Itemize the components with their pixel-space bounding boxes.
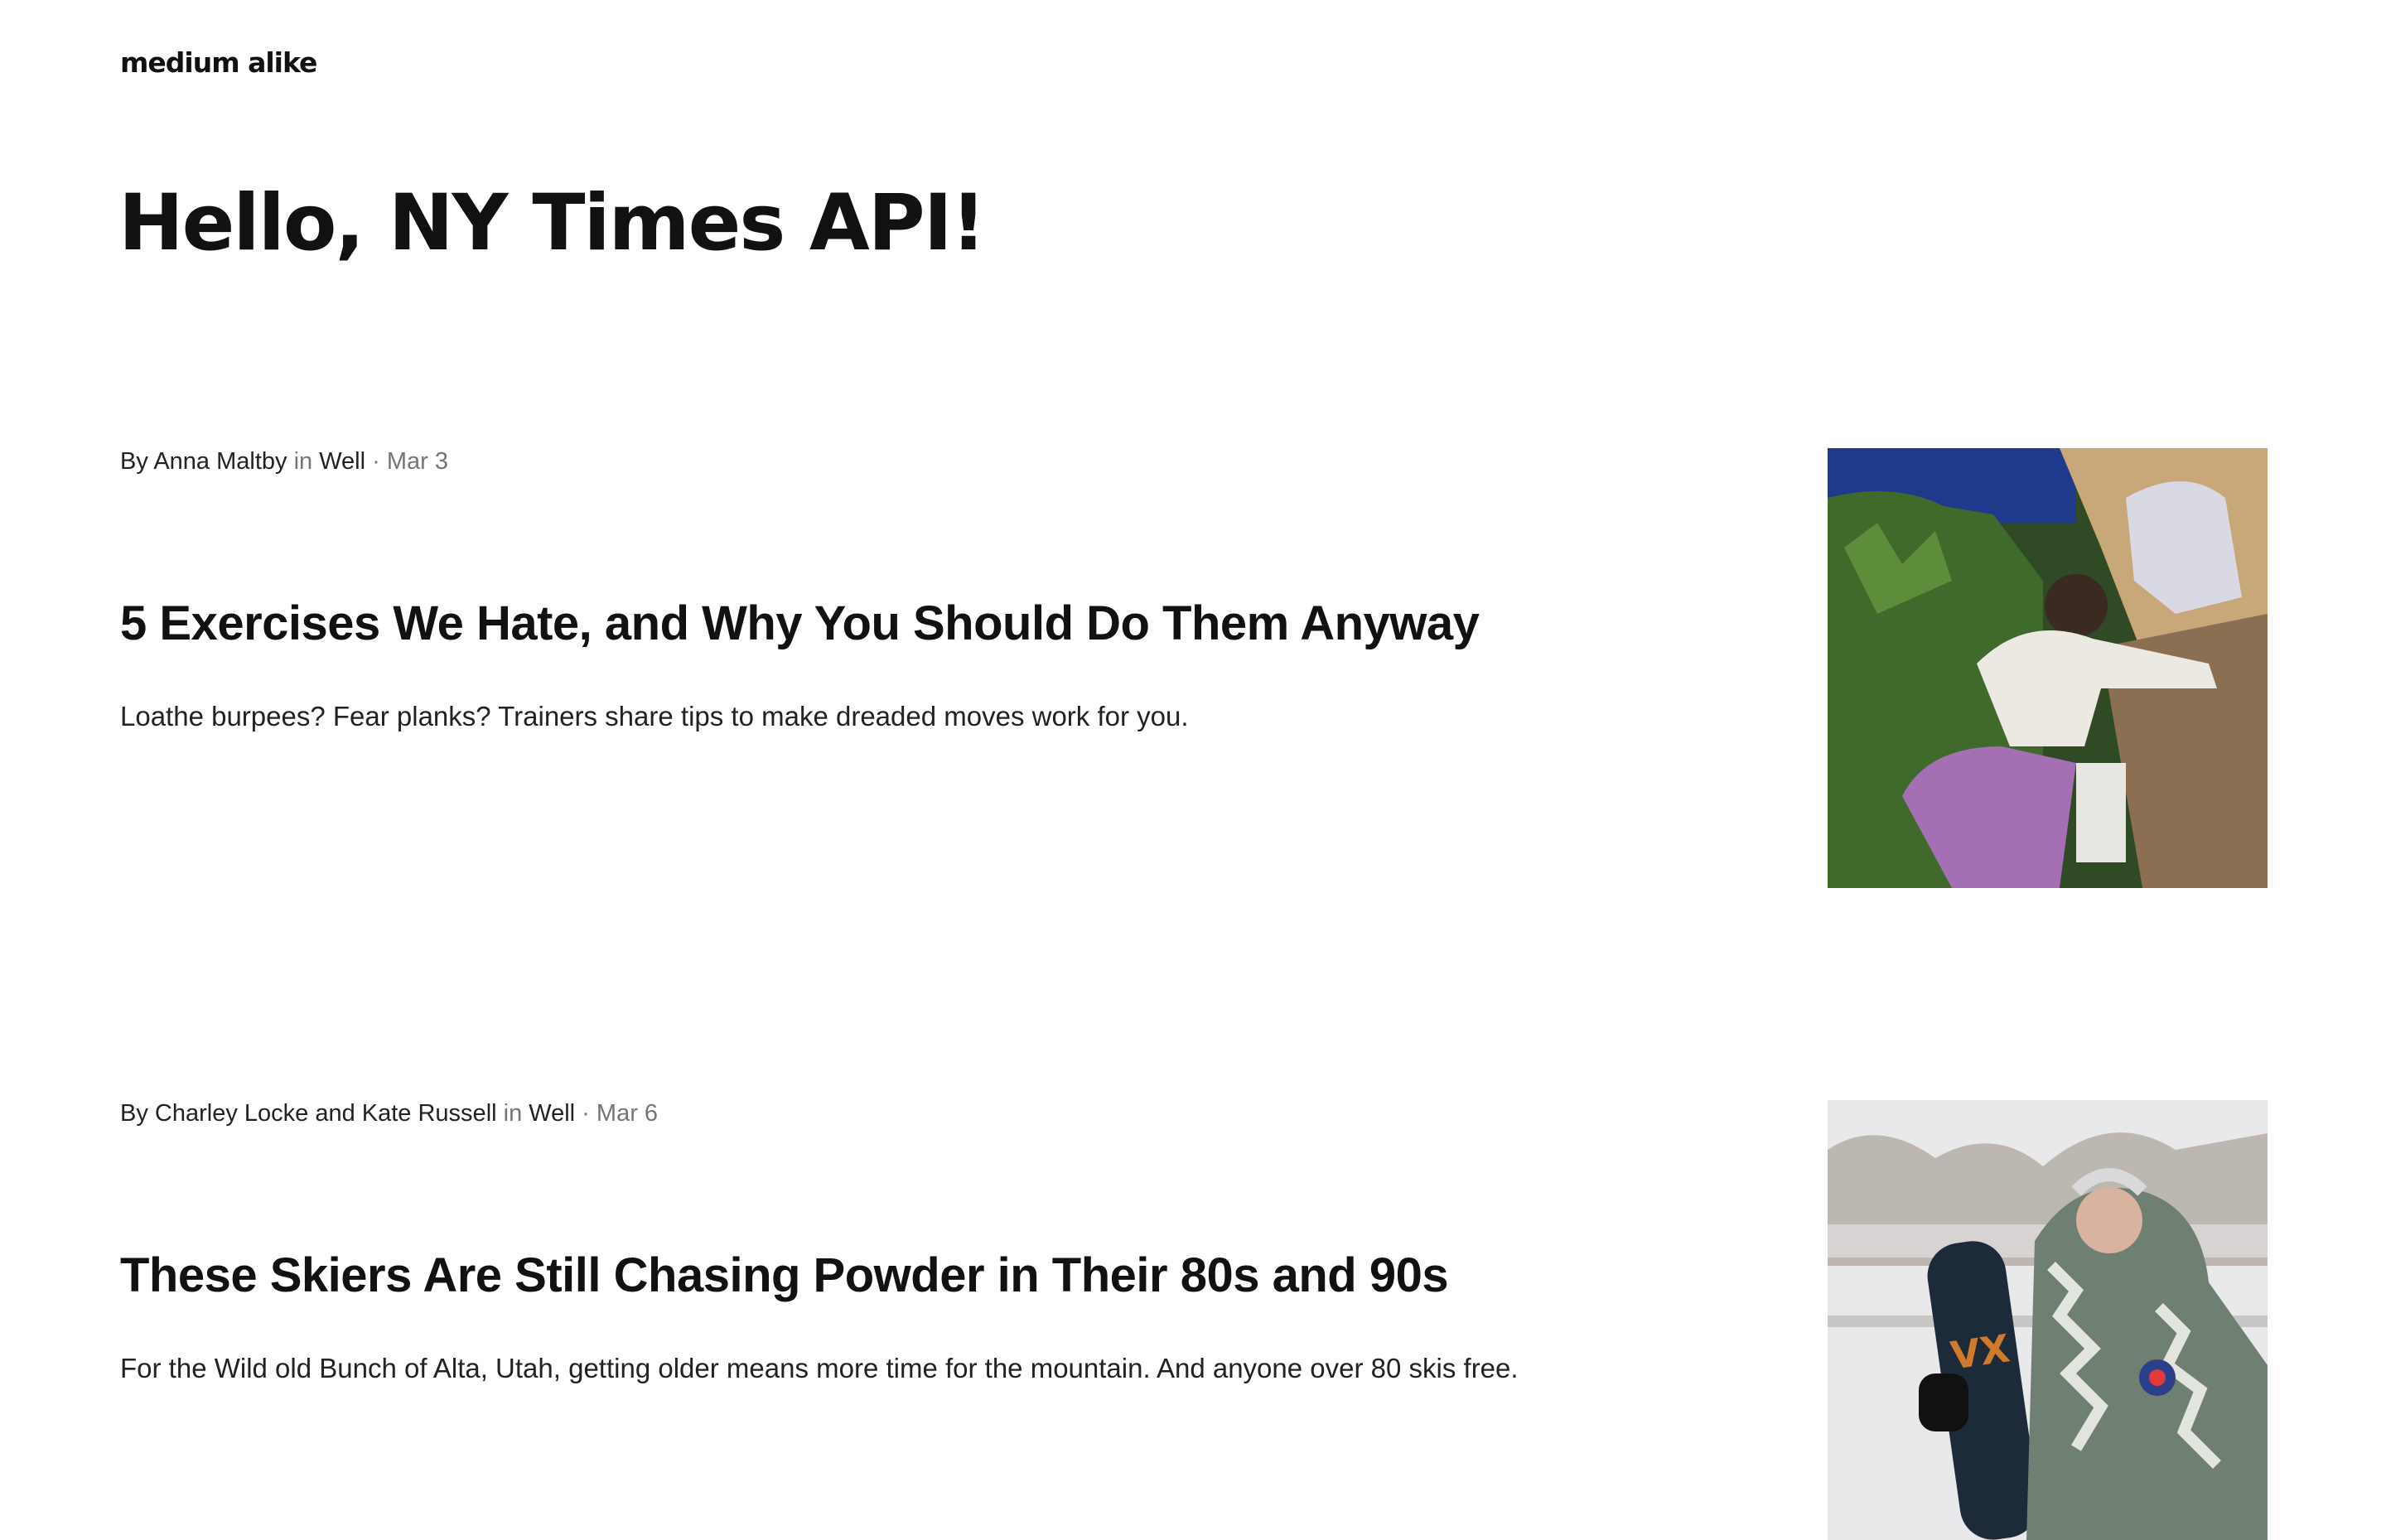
article-summary: For the Wild old Bunch of Alta, Utah, ge… [120, 1353, 1519, 1383]
author-link[interactable]: Charley Locke and Kate Russell [155, 1100, 497, 1127]
section-link[interactable]: Well [529, 1100, 575, 1127]
page-title: Hello, NY Times API! [118, 178, 987, 268]
article-meta: By Charley Locke and Kate Russell in Wel… [120, 1100, 658, 1127]
article-card[interactable]: By Charley Locke and Kate Russell in Wel… [120, 1100, 2268, 1540]
article-thumbnail[interactable] [1828, 448, 2268, 888]
byline-prefix: By [120, 1100, 155, 1127]
article-card[interactable]: By Anna Maltby in Well · Mar 3 5 Exercis… [120, 448, 2268, 888]
photo-thumbnail-skier-icon: VX [1828, 1100, 2268, 1540]
article-meta: By Anna Maltby in Well · Mar 3 [120, 448, 448, 476]
article-summary: Loathe burpees? Fear planks? Trainers sh… [120, 701, 1189, 731]
article-headline[interactable]: These Skiers Are Still Chasing Powder in… [120, 1248, 1449, 1303]
byline-prefix: By [120, 448, 154, 475]
site-brand[interactable]: medium alike [120, 46, 317, 79]
publish-date: · Mar 3 [365, 448, 448, 475]
article-thumbnail[interactable]: VX [1828, 1100, 2268, 1540]
photo-thumbnail-exercise-icon [1828, 448, 2268, 888]
publish-date: · Mar 6 [575, 1100, 659, 1127]
svg-text:VX: VX [1948, 1325, 2012, 1378]
in-label: in [496, 1100, 529, 1127]
article-headline[interactable]: 5 Exercises We Hate, and Why You Should … [120, 596, 1480, 651]
author-link[interactable]: Anna Maltby [153, 448, 287, 475]
in-label: in [287, 448, 320, 475]
section-link[interactable]: Well [319, 448, 365, 475]
